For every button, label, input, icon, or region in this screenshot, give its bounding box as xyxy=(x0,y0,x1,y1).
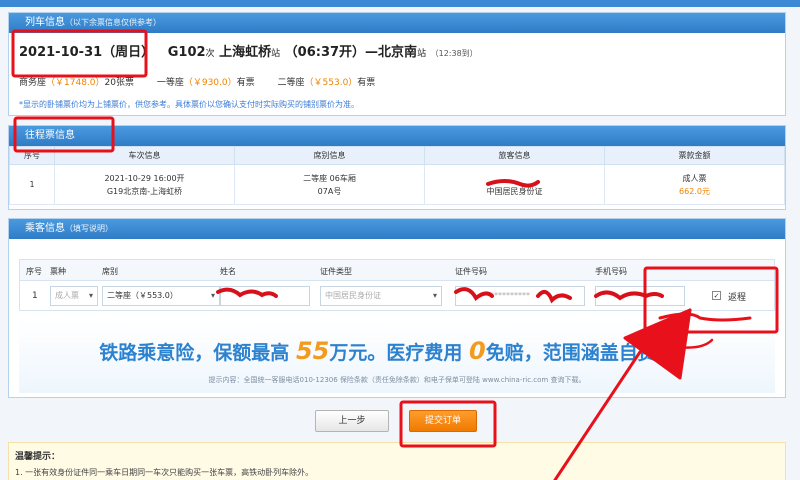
train-info-panel: 列车信息（以下余票信息仅供参考） 2021-10-31（周日） G102次 上海… xyxy=(8,12,786,116)
chevron-down-icon: ▾ xyxy=(432,291,437,300)
chevron-down-icon: ▾ xyxy=(88,291,93,300)
insurance-banner[interactable]: 铁路乘意险，保额最高 55万元。医疗费用 0免赔，范围涵盖自费药。 提示内容：全… xyxy=(19,319,775,393)
train-info-header: 列车信息（以下余票信息仅供参考） xyxy=(9,13,785,33)
train-info-title: 列车信息 xyxy=(25,17,65,28)
train-summary: 2021-10-31（周日） G102次 上海虹桥站 （06:37开）—北京南站… xyxy=(19,45,478,60)
train-number: G102 xyxy=(167,45,206,60)
chevron-down-icon: ▾ xyxy=(210,291,215,300)
passenger-panel: 乘客信息（填写说明） 序号 票种 席别 姓名 证件类型 证件号码 手机号码 1 … xyxy=(8,218,786,398)
price-note: *显示的卧铺票价均为上铺票价，供您参考。具体票价以您确认支付时实际购买的铺别票价… xyxy=(19,100,359,109)
col-amount: 票款金额 xyxy=(604,146,785,165)
passenger-header: 乘客信息（填写说明） xyxy=(9,219,785,239)
tips-box: 温馨提示： 1. 一张有效身份证件同一乘车日期同一车次只能购买一张车票，高铁动卧… xyxy=(8,442,786,480)
passenger-row: 1 成人票 ▾ 二等座（￥553.0） ▾ 中国居民身份证 ▾ ********** … xyxy=(19,281,775,311)
submit-order-button[interactable]: 提交订单 xyxy=(409,410,477,432)
seat-type-select[interactable]: 二等座（￥553.0） ▾ xyxy=(102,286,220,306)
seat-second: 二等座（￥553.0）有票 xyxy=(277,78,376,88)
prev-step-button[interactable]: 上一步 xyxy=(315,410,389,432)
col-seat: 席别信息 xyxy=(234,146,425,165)
table-row: 1 2021-10-29 16:00开 G19北京南-上海虹桥 二等座 06车厢 0… xyxy=(9,164,785,205)
outbound-header: 往程票信息 xyxy=(9,126,785,146)
passenger-table-header: 序号 票种 席别 姓名 证件类型 证件号码 手机号码 xyxy=(19,259,775,281)
outbound-title: 往程票信息 xyxy=(25,130,75,141)
train-info-title-note: （以下余票信息仅供参考） xyxy=(65,18,161,27)
to-station: 北京南 xyxy=(378,45,418,60)
tips-title: 温馨提示： xyxy=(15,452,61,462)
return-checkbox[interactable]: ✓ xyxy=(712,291,721,300)
col-index: 序号 xyxy=(9,146,55,165)
col-train: 车次信息 xyxy=(54,146,235,165)
seat-business: 商务座（￥1748.0）20张票 xyxy=(19,78,134,88)
outbound-ticket-panel: 往程票信息 序号 车次信息 席别信息 旅客信息 票款金额 1 2021-10-2… xyxy=(8,125,786,210)
name-field[interactable] xyxy=(220,286,310,306)
passenger-title: 乘客信息 xyxy=(25,223,65,234)
insurance-tip: 提示内容：全国统一客服电话010-12306 保险条款（责任免除条款）和电子保单… xyxy=(208,376,586,384)
return-label: 返程 xyxy=(728,293,747,303)
id-type-select[interactable]: 中国居民身份证 ▾ xyxy=(320,286,442,306)
ticket-type-select[interactable]: 成人票 ▾ xyxy=(50,286,98,306)
seat-first: 一等座（￥930.0）有票 xyxy=(156,78,255,88)
seat-availability: 商务座（￥1748.0）20张票 一等座（￥930.0）有票 二等座（￥553.… xyxy=(19,75,375,88)
id-number-field[interactable]: ********** xyxy=(455,286,585,306)
travel-date: 2021-10-31（周日） xyxy=(19,45,155,60)
outbound-table: 序号 车次信息 席别信息 旅客信息 票款金额 1 2021-10-29 16:0… xyxy=(9,146,785,205)
col-passenger: 旅客信息 xyxy=(424,146,605,165)
fill-instructions-link[interactable]: （填写说明） xyxy=(65,224,113,233)
phone-field[interactable] xyxy=(595,286,685,306)
arrive-time: （12:38到） xyxy=(430,49,478,58)
top-bar xyxy=(0,0,800,7)
depart-time: （06:37开） xyxy=(284,45,366,60)
tips-line: 1. 一张有效身份证件同一乘车日期同一车次只能购买一张车票，高铁动卧列车除外。 xyxy=(15,468,314,477)
from-station: 上海虹桥 xyxy=(219,45,272,60)
